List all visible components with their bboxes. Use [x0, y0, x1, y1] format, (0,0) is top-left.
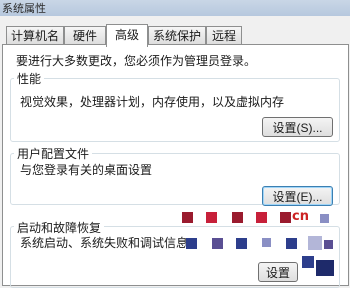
watermark-square — [256, 212, 267, 223]
watermark-square — [324, 240, 333, 249]
admin-notice: 要进行大多数更改，您必须作为管理员登录。 — [16, 54, 257, 68]
title-bar: 系统属性 — [0, 0, 350, 16]
performance-settings-button[interactable]: 设置(S)... — [262, 117, 333, 137]
watermark-square — [236, 238, 247, 249]
watermark-square — [262, 238, 271, 247]
watermark-square — [182, 212, 193, 223]
watermark-square — [280, 212, 291, 223]
performance-description: 视觉效果，处理器计划，内存使用，以及虚拟内存 — [20, 95, 285, 109]
tab-remote[interactable]: 远程 — [206, 26, 242, 45]
tab-system-protection[interactable]: 系统保护 — [148, 26, 206, 45]
tab-hardware[interactable]: 硬件 — [64, 26, 106, 45]
watermark-square — [206, 212, 217, 223]
watermark-square — [320, 214, 329, 223]
watermark-text: cn — [292, 209, 309, 224]
startup-recovery-description: 系统启动、系统失败和调试信息 — [20, 236, 189, 250]
watermark-square — [308, 236, 322, 250]
watermark-square — [286, 238, 297, 249]
watermark-square — [186, 238, 197, 249]
watermark-square — [232, 212, 243, 223]
tab-advanced[interactable]: 高级 — [106, 24, 148, 47]
user-profiles-title: 用户配置文件 — [14, 145, 93, 162]
startup-recovery-settings-button[interactable]: 设置 — [258, 262, 298, 282]
watermark-square — [316, 260, 334, 276]
window-title: 系统属性 — [2, 2, 46, 15]
tab-computer-name[interactable]: 计算机名 — [6, 26, 64, 45]
watermark-square — [212, 238, 223, 249]
user-profiles-settings-button[interactable]: 设置(E)... — [262, 186, 333, 206]
watermark-square — [302, 256, 314, 268]
user-profiles-description: 与您登录有关的桌面设置 — [20, 163, 153, 177]
performance-title: 性能 — [14, 70, 45, 87]
